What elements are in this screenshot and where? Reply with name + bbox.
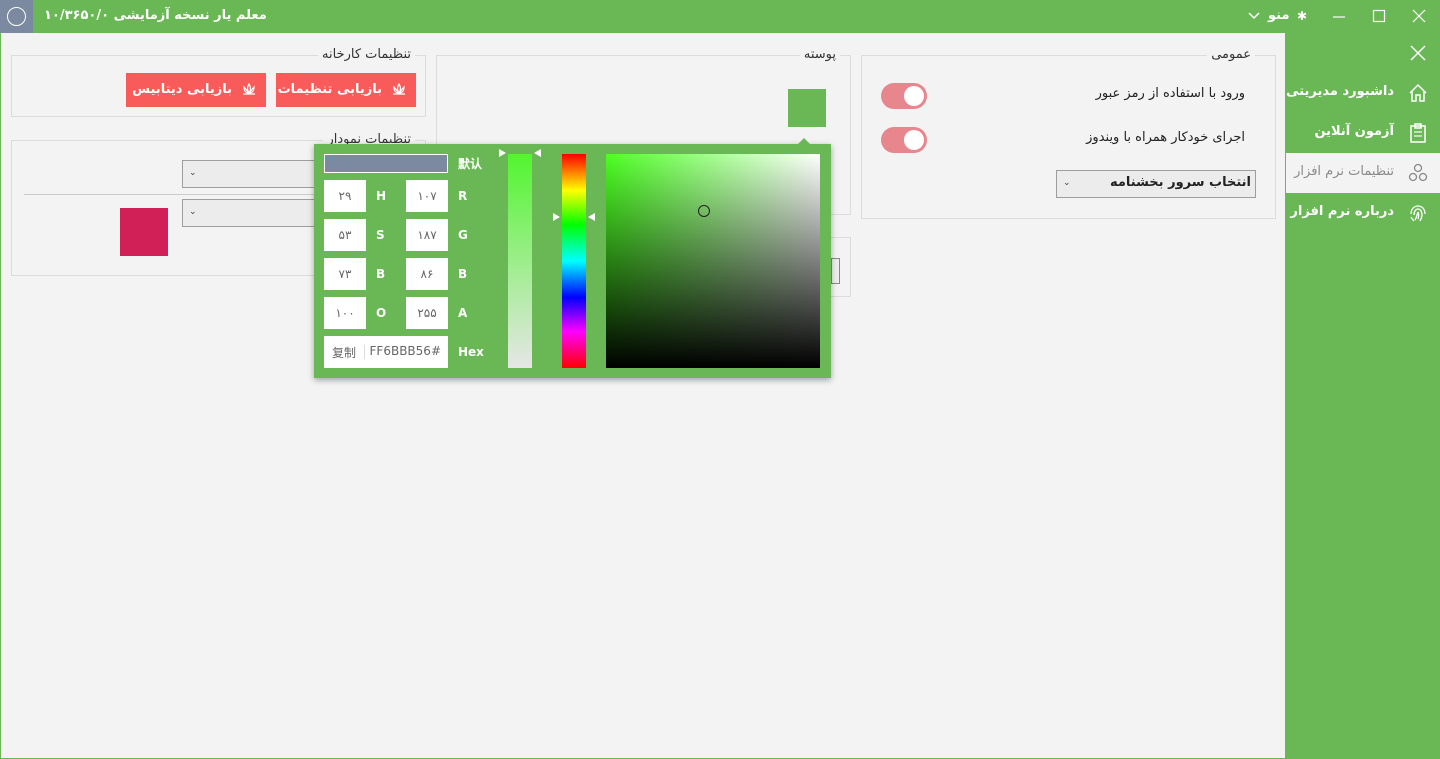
gear-icon[interactable]: ✱	[1297, 9, 1307, 23]
hex-value: FF6BBB56#	[369, 344, 441, 358]
server-select[interactable]: ⌄ انتخاب سرور بخشنامه	[1056, 170, 1256, 198]
default-color-bar[interactable]	[324, 154, 448, 173]
chevron-down-icon: ⌄	[189, 207, 197, 217]
sidebar-item-dashboard[interactable]: داشبورد مدیریتی	[1286, 73, 1440, 113]
sidebar-item-settings[interactable]: تنظیمات نرم افزار	[1286, 153, 1440, 193]
reset-database-button[interactable]: بازیابی دیتابیس	[126, 73, 266, 107]
window-title: معلم یار نسخه آزمایشی ۱۰/۳۶۵۰/۰	[44, 8, 267, 23]
alpha-slider[interactable]	[508, 154, 532, 368]
skin-color-swatch[interactable]	[788, 89, 826, 127]
autostart-label: اجرای خودکار همراه با ویندوز	[1086, 130, 1245, 145]
sidebar: داشبورد مدیریتی آزمون آنلاین تنظیمات نرم…	[1286, 33, 1440, 759]
hue-slider[interactable]	[562, 154, 586, 368]
brightness-label: B	[376, 267, 386, 281]
close-icon[interactable]	[1408, 5, 1430, 27]
alpha-slider-handle-right[interactable]	[534, 149, 541, 157]
reset-settings-label: بازیابی تنظیمات	[277, 82, 382, 97]
sidebar-item-label: درباره نرم افزار	[1290, 204, 1394, 219]
general-group: عمومی ورود با استفاده از رمز عبور اجرای …	[861, 47, 1276, 219]
clipboard-icon	[1410, 123, 1426, 143]
chart-color-swatch[interactable]	[120, 208, 168, 256]
server-select-value: انتخاب سرور بخشنامه	[1109, 175, 1251, 190]
lotus-icon	[243, 82, 255, 95]
saturation-label: S	[376, 228, 385, 242]
hex-label: Hex	[458, 345, 484, 359]
autostart-toggle[interactable]	[881, 127, 927, 153]
reset-database-label: بازیابی دیتابیس	[132, 82, 232, 97]
title-bar: معلم یار نسخه آزمایشی ۱۰/۳۶۵۰/۰ منو ✱	[0, 0, 1440, 33]
popup-arrow	[798, 138, 810, 144]
password-login-label: ورود با استفاده از رمز عبور	[1095, 86, 1245, 101]
password-login-toggle[interactable]	[881, 83, 927, 109]
brightness-input[interactable]: ۷۳	[324, 258, 366, 290]
minimize-icon[interactable]	[1328, 5, 1350, 27]
lotus-icon	[393, 82, 405, 95]
sidebar-item-label: آزمون آنلاین	[1314, 124, 1394, 139]
sidebar-item-label: داشبورد مدیریتی	[1286, 84, 1394, 99]
hue-slider-handle-left[interactable]	[553, 213, 560, 221]
group-title: پوسته	[799, 47, 840, 62]
alpha-label: A	[458, 306, 468, 320]
chevron-down-icon[interactable]	[1246, 8, 1262, 24]
green-input[interactable]: ۱۸۷	[406, 219, 448, 251]
hue-label: H	[376, 189, 387, 203]
alpha-slider-handle-left[interactable]	[499, 149, 506, 157]
reset-settings-button[interactable]: بازیابی تنظیمات	[276, 73, 416, 107]
sidebar-item-label: تنظیمات نرم افزار	[1294, 164, 1394, 179]
green-label: G	[458, 228, 468, 242]
group-title: عمومی	[1207, 47, 1255, 62]
opacity-input[interactable]: ۱۰۰	[324, 297, 366, 329]
red-label: R	[458, 189, 468, 203]
blue-label: B	[458, 267, 468, 281]
default-label: 默认	[458, 157, 483, 171]
saturation-input[interactable]: ۵۳	[324, 219, 366, 251]
saturation-brightness-area[interactable]	[606, 154, 820, 368]
hex-field[interactable]: 复制 FF6BBB56#	[324, 336, 448, 368]
app-logo-icon	[0, 0, 33, 33]
group-title: تنظیمات کارخانه	[318, 47, 415, 62]
factory-group: تنظیمات کارخانه بازیابی تنظیمات بازیابی …	[11, 47, 426, 117]
color-picker-popup: 默认 ۲۹ H ۵۳ S ۷۳ B ۱۰۰ O ۱۰۷ R ۱۸۷ G ۸۶ B…	[314, 138, 831, 378]
hue-input[interactable]: ۲۹	[324, 180, 366, 212]
chevron-down-icon: ⌄	[1063, 178, 1071, 188]
fingerprint-icon	[1410, 205, 1426, 222]
opacity-label: O	[376, 306, 387, 320]
blue-input[interactable]: ۸۶	[406, 258, 448, 290]
copy-button[interactable]: 复制	[332, 344, 356, 361]
sidebar-item-about[interactable]: درباره نرم افزار	[1286, 193, 1440, 233]
menu-button[interactable]: منو	[1268, 8, 1290, 23]
small-field[interactable]	[831, 258, 840, 284]
settings-content: عمومی ورود با استفاده از رمز عبور اجرای …	[1, 33, 1285, 758]
chevron-down-icon: ⌄	[189, 168, 197, 178]
alpha-input[interactable]: ۲۵۵	[406, 297, 448, 329]
red-input[interactable]: ۱۰۷	[406, 180, 448, 212]
close-icon[interactable]	[1407, 42, 1429, 64]
color-cursor[interactable]	[698, 205, 710, 217]
hue-slider-handle-right[interactable]	[588, 213, 595, 221]
divider	[364, 345, 365, 359]
home-icon	[1409, 83, 1427, 102]
maximize-icon[interactable]	[1368, 5, 1390, 27]
sidebar-item-online-exam[interactable]: آزمون آنلاین	[1286, 113, 1440, 153]
settings-icon	[1408, 163, 1428, 182]
